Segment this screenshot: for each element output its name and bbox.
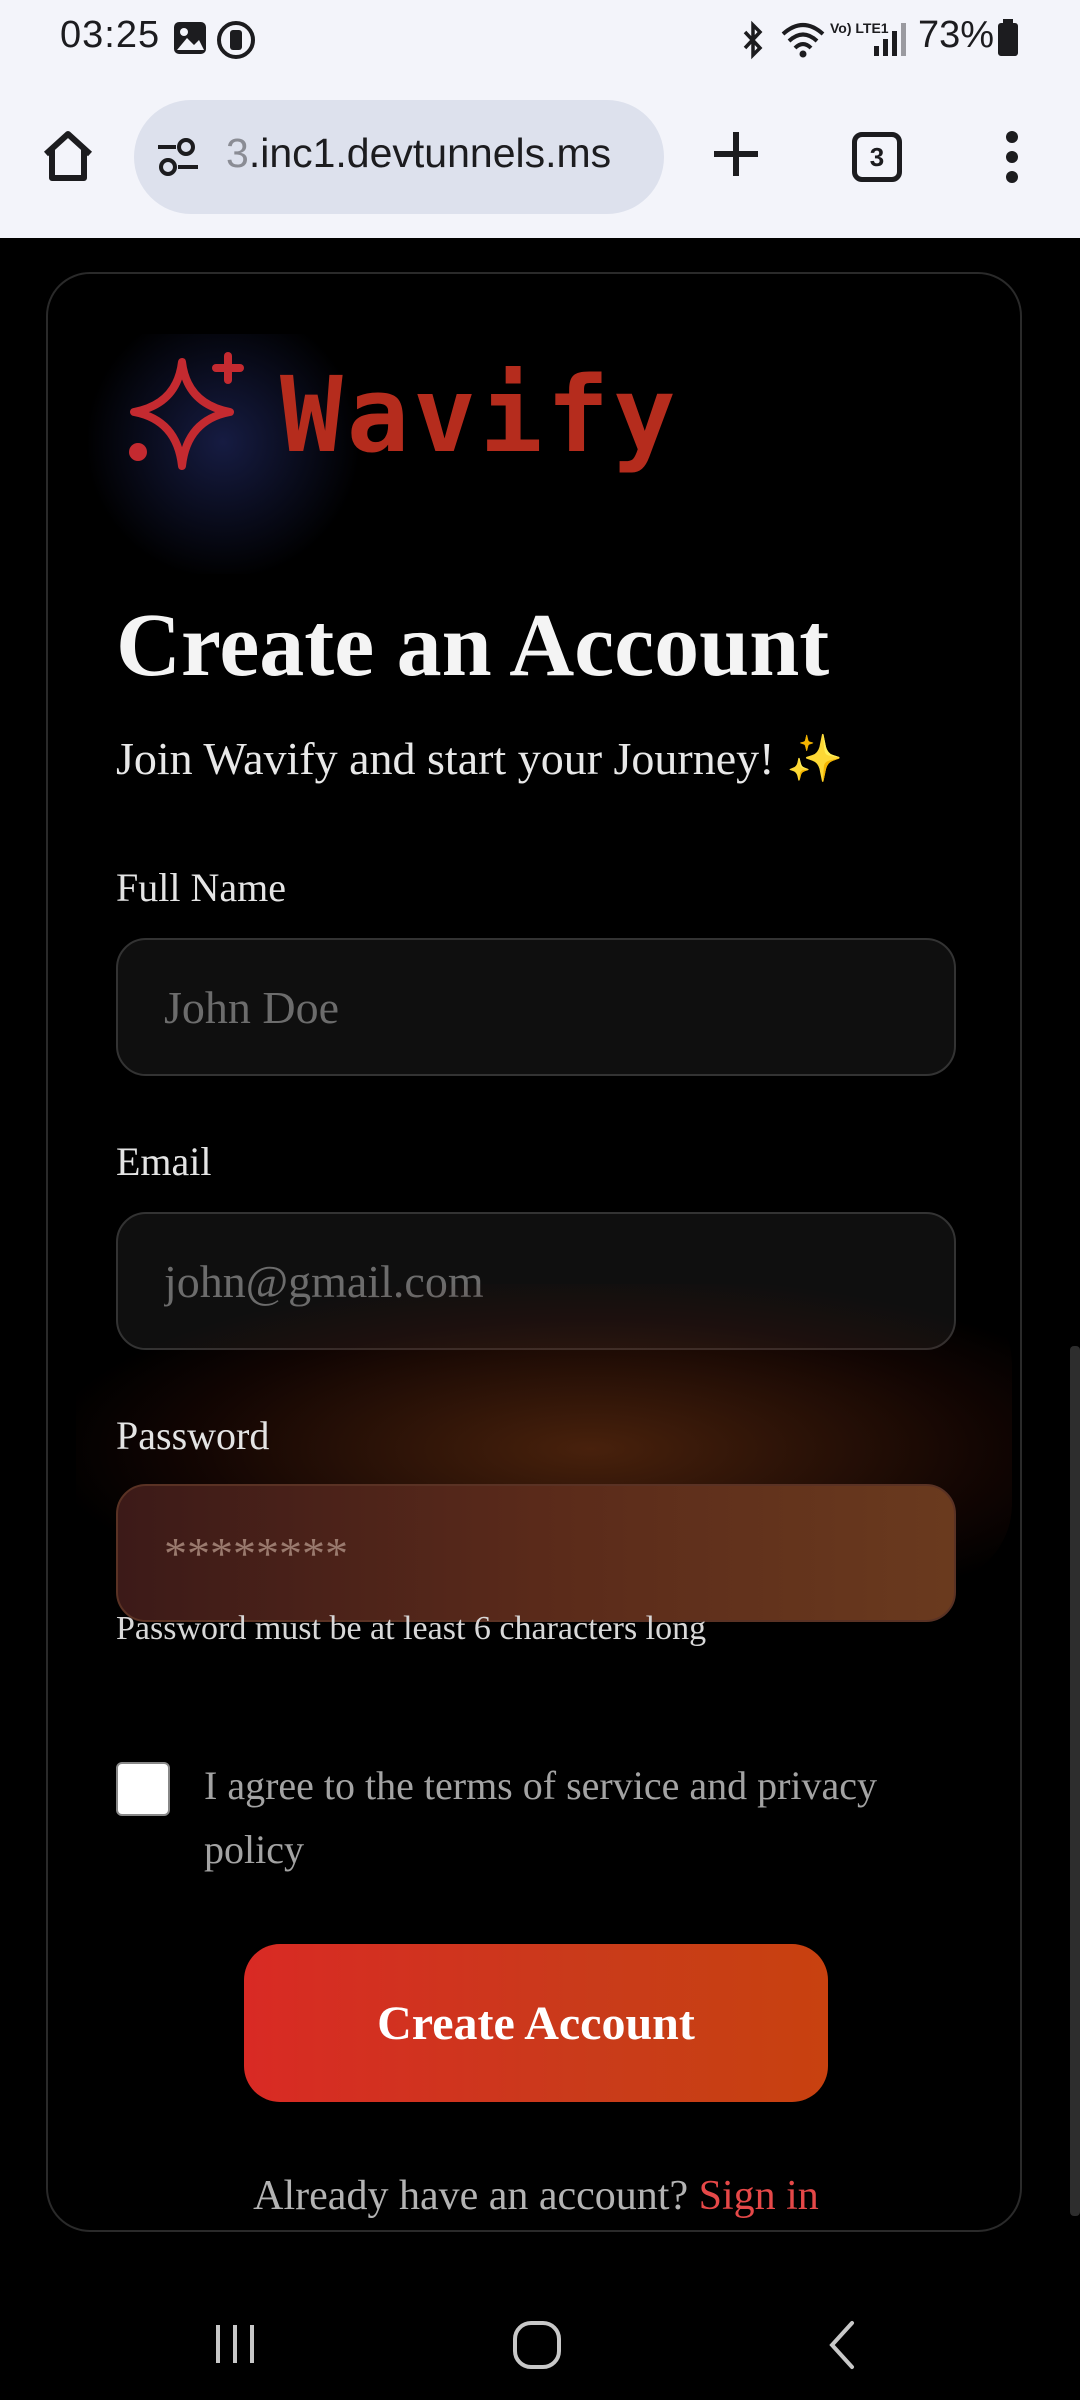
battery-percent: 73% — [918, 14, 995, 56]
page-scrollbar[interactable] — [1070, 1346, 1080, 2216]
tab-switcher-button[interactable]: 3 — [852, 132, 902, 182]
email-label: Email — [116, 1139, 212, 1184]
full-name-label: Full Name — [116, 865, 286, 910]
page-title: Create an Account — [116, 596, 830, 695]
signin-prompt-text: Already have an account? — [253, 2173, 689, 2219]
back-button[interactable] — [812, 2312, 872, 2378]
site-settings-icon[interactable] — [156, 136, 200, 178]
terms-checkbox[interactable] — [116, 1762, 170, 1816]
full-name-input[interactable] — [116, 938, 956, 1076]
battery-icon — [998, 19, 1018, 56]
signin-link[interactable]: Sign in — [699, 2173, 819, 2219]
wifi-icon — [781, 23, 825, 58]
gallery-notification-icon — [174, 22, 206, 54]
bluetooth-icon — [743, 20, 763, 60]
signin-prompt-row: Already have an account? Sign in — [48, 2172, 1024, 2220]
url-host: .inc1.devtunnels.ms — [248, 130, 612, 176]
password-input[interactable] — [116, 1484, 956, 1622]
page-subtitle: Join Wavify and start your Journey! ✨ — [116, 733, 844, 784]
plus-icon — [714, 132, 758, 176]
new-tab-button[interactable] — [706, 124, 766, 184]
more-vert-icon — [1006, 131, 1018, 183]
signup-card: Wavify Create an Account Join Wavify and… — [46, 272, 1022, 2232]
brand-name: Wavify — [280, 354, 680, 476]
create-account-button[interactable]: Create Account — [244, 1944, 828, 2102]
recents-icon — [216, 2325, 254, 2363]
recents-button[interactable] — [200, 2314, 270, 2374]
home-icon — [43, 131, 93, 181]
status-bar: 03:25 Vo) LTE1 73% — [0, 0, 1080, 76]
back-chevron-icon — [829, 2321, 854, 2369]
url-text: 3.inc1.devtunnels.ms — [226, 130, 611, 177]
home-button[interactable] — [34, 122, 102, 190]
url-scheme-fragment: 3 — [226, 130, 249, 176]
home-circle-icon — [513, 2321, 561, 2369]
signal-icon — [874, 23, 906, 56]
password-label: Password — [116, 1413, 270, 1458]
browser-toolbar: 3.inc1.devtunnels.ms 3 — [0, 76, 1080, 238]
system-nav-bar — [0, 2288, 1080, 2400]
web-page: Wavify Create an Account Join Wavify and… — [0, 238, 1080, 2288]
terms-label[interactable]: I agree to the terms of service and priv… — [204, 1754, 974, 1882]
password-hint: Password must be at least 6 characters l… — [116, 1610, 707, 1647]
home-nav-button[interactable] — [504, 2312, 570, 2378]
menu-button[interactable] — [994, 122, 1030, 192]
sparkle-logo-icon — [129, 352, 244, 470]
address-bar[interactable]: 3.inc1.devtunnels.ms — [134, 100, 664, 214]
app-notification-icon — [217, 21, 255, 59]
status-time: 03:25 — [60, 14, 161, 56]
